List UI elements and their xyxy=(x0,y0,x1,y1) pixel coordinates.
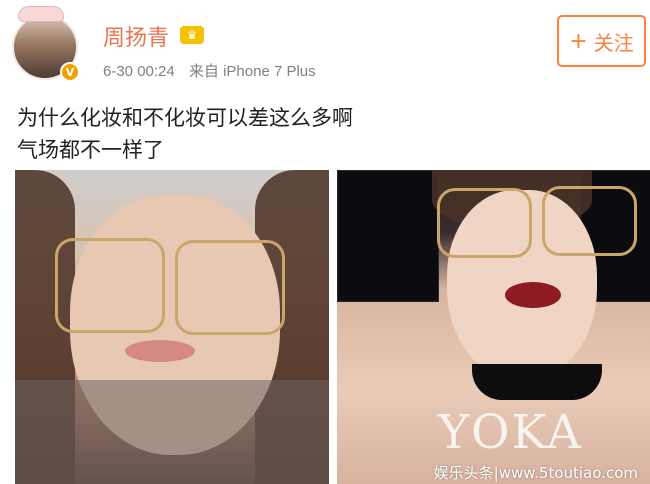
crown-vip-icon: ♛ xyxy=(180,26,204,44)
site-watermark: 娱乐头条|www.5toutiao.com xyxy=(433,464,638,482)
glasses-left-lens xyxy=(437,188,532,258)
follow-label: 关注 xyxy=(593,30,634,55)
glasses-left-lens xyxy=(55,238,165,333)
avatar-frame-decoration xyxy=(18,6,64,22)
verified-badge-icon: V xyxy=(60,62,80,82)
post-text-line-1: 为什么化妆和不化妆可以差这么多啊 xyxy=(17,106,353,130)
user-avatar[interactable]: V xyxy=(12,6,80,82)
post-source: 来自 iPhone 7 Plus xyxy=(188,63,316,80)
plus-icon: + xyxy=(569,28,588,54)
yoka-watermark: YOKA xyxy=(438,405,583,460)
post-timestamp[interactable]: 6-30 00:24 xyxy=(103,63,175,80)
post-text-line-2: 气场都不一样了 xyxy=(17,138,164,162)
lips-shape xyxy=(125,340,195,362)
glasses-right-lens xyxy=(175,240,285,335)
username-link[interactable]: 周扬青 xyxy=(103,20,169,52)
background-tile xyxy=(337,170,439,302)
post-text: 为什么化妆和不化妆可以差这么多啊 气场都不一样了 xyxy=(17,102,353,166)
lips-shape xyxy=(505,282,561,308)
post-meta: 6-30 00:24 来自 iPhone 7 Plus xyxy=(103,60,316,81)
follow-button[interactable]: + 关注 xyxy=(557,15,646,67)
choker-shape xyxy=(472,364,602,400)
post-image-left[interactable] xyxy=(15,170,329,484)
post-header: V 周扬青 ♛ 6-30 00:24 来自 iPhone 7 Plus + 关注 xyxy=(0,0,650,92)
glasses-right-lens xyxy=(542,186,637,256)
